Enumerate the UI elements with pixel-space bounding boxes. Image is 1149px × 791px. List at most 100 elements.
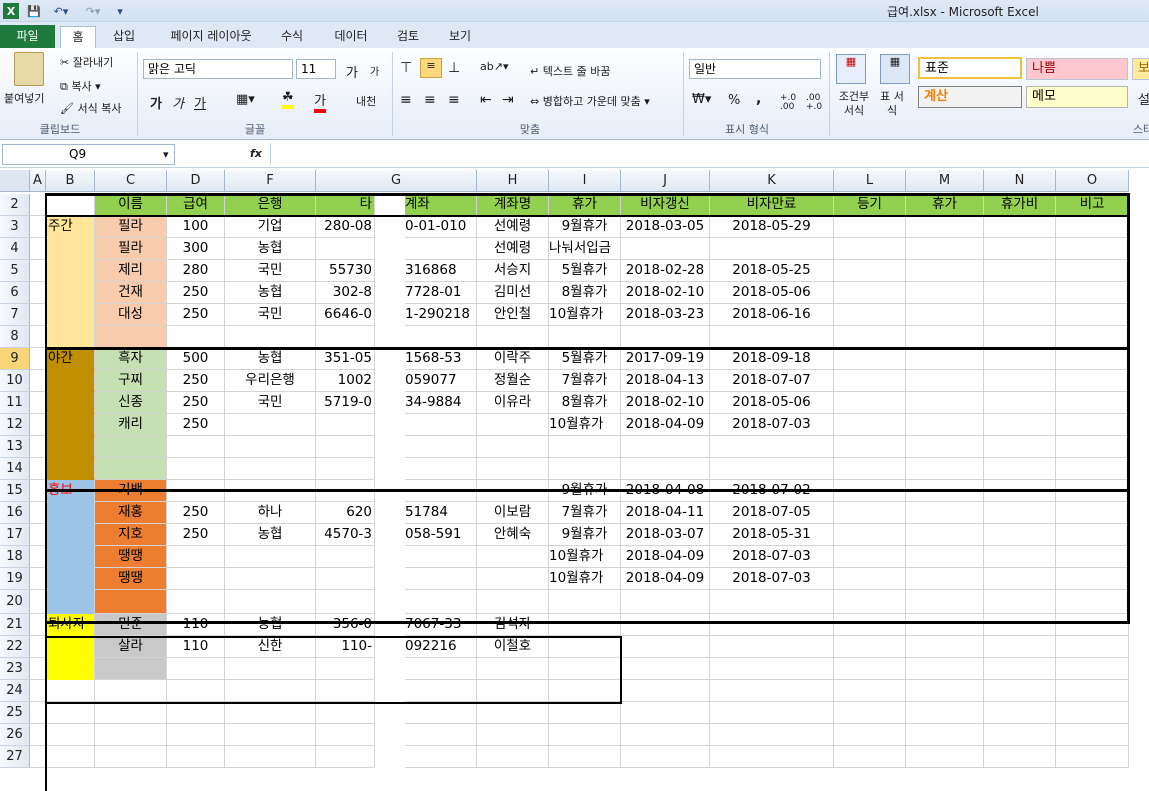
data-cell[interactable] [95, 326, 167, 348]
empty-cell[interactable] [834, 658, 906, 680]
data-cell[interactable] [405, 458, 477, 480]
empty-cell[interactable] [906, 458, 984, 480]
data-cell[interactable] [549, 590, 621, 614]
empty-cell[interactable] [984, 392, 1056, 414]
number-format-select[interactable]: 일반 [689, 59, 821, 79]
tab-data[interactable]: 데이터 [326, 26, 376, 48]
data-cell[interactable] [225, 568, 316, 590]
data-cell[interactable] [225, 546, 316, 568]
empty-cell[interactable] [167, 746, 225, 768]
empty-cell[interactable] [984, 746, 1056, 768]
empty-cell[interactable] [95, 746, 167, 768]
data-cell[interactable] [477, 590, 549, 614]
data-cell[interactable]: 9월휴가 [549, 216, 621, 238]
data-cell[interactable] [405, 326, 477, 348]
column-header[interactable]: H [477, 170, 549, 192]
data-cell[interactable]: 2018-07-03 [710, 568, 834, 590]
empty-cell[interactable] [30, 194, 46, 216]
data-cell[interactable] [621, 238, 710, 260]
empty-cell[interactable] [1056, 260, 1129, 282]
empty-cell[interactable] [834, 680, 906, 702]
data-cell[interactable] [621, 326, 710, 348]
data-cell[interactable] [621, 590, 710, 614]
data-cell[interactable]: 302-8 [316, 282, 375, 304]
data-cell[interactable] [477, 414, 549, 436]
empty-cell[interactable] [477, 724, 549, 746]
empty-cell[interactable] [30, 392, 46, 414]
empty-cell[interactable] [405, 680, 477, 702]
data-cell[interactable]: 300 [167, 238, 225, 260]
data-cell[interactable] [549, 458, 621, 480]
empty-cell[interactable] [906, 238, 984, 260]
empty-cell[interactable] [30, 216, 46, 238]
data-cell[interactable]: 선예령 [477, 238, 549, 260]
empty-cell[interactable] [30, 458, 46, 480]
empty-cell[interactable] [30, 724, 46, 746]
empty-cell[interactable] [834, 746, 906, 768]
empty-cell[interactable] [1056, 436, 1129, 458]
row-header[interactable]: 21 [0, 614, 30, 636]
data-cell[interactable]: 10월휴가 [549, 304, 621, 326]
data-cell[interactable]: 정월순 [477, 370, 549, 392]
data-cell[interactable]: 2018-05-31 [710, 524, 834, 546]
empty-cell[interactable] [834, 502, 906, 524]
empty-cell[interactable] [906, 392, 984, 414]
empty-cell[interactable] [710, 702, 834, 724]
empty-cell[interactable] [906, 724, 984, 746]
empty-cell[interactable] [46, 680, 95, 702]
empty-cell[interactable] [984, 680, 1056, 702]
empty-cell[interactable] [1056, 502, 1129, 524]
empty-cell[interactable] [46, 702, 95, 724]
row-header[interactable]: 20 [0, 590, 30, 614]
style-calculation[interactable]: 계산 [918, 86, 1022, 108]
empty-cell[interactable] [984, 546, 1056, 568]
data-cell[interactable] [477, 326, 549, 348]
data-cell[interactable] [167, 546, 225, 568]
worksheet-grid[interactable]: A B C D F G H I J K L M N O 2 3 4 5 6 7 8 9 10 11 12 13 14 15 16 17 18… [0, 170, 1149, 791]
empty-cell[interactable] [984, 568, 1056, 590]
data-cell[interactable] [316, 568, 375, 590]
empty-cell[interactable] [834, 524, 906, 546]
data-cell[interactable] [225, 590, 316, 614]
data-cell[interactable]: 250 [167, 304, 225, 326]
empty-cell[interactable] [30, 680, 46, 702]
column-header[interactable]: O [1056, 170, 1129, 192]
empty-cell[interactable] [906, 546, 984, 568]
empty-cell[interactable] [1056, 590, 1129, 614]
data-cell[interactable]: 250 [167, 502, 225, 524]
empty-cell[interactable] [906, 680, 984, 702]
data-cell[interactable]: 092216 [405, 636, 477, 658]
data-cell[interactable] [167, 326, 225, 348]
empty-cell[interactable] [549, 680, 621, 702]
data-cell[interactable]: 316868 [405, 260, 477, 282]
empty-cell[interactable] [225, 724, 316, 746]
empty-cell[interactable] [834, 326, 906, 348]
align-center-icon[interactable]: ≡ [424, 92, 436, 108]
empty-cell[interactable] [316, 724, 375, 746]
data-cell[interactable] [95, 658, 167, 680]
data-cell[interactable]: 5719-0 [316, 392, 375, 414]
data-cell[interactable]: 1568-53 [405, 348, 477, 370]
empty-cell[interactable] [834, 458, 906, 480]
empty-cell[interactable] [984, 458, 1056, 480]
data-cell[interactable]: 2018-04-09 [621, 568, 710, 590]
empty-cell[interactable] [95, 702, 167, 724]
data-cell[interactable]: 2018-04-09 [621, 414, 710, 436]
data-cell[interactable]: 농협 [225, 238, 316, 260]
empty-cell[interactable] [906, 282, 984, 304]
empty-cell[interactable] [984, 658, 1056, 680]
row-header[interactable]: 14 [0, 458, 30, 480]
grow-font-button[interactable]: 가 [346, 62, 358, 81]
row-header[interactable]: 18 [0, 546, 30, 568]
empty-cell[interactable] [984, 614, 1056, 636]
row-header[interactable]: 15 [0, 480, 30, 502]
empty-cell[interactable] [984, 590, 1056, 614]
empty-cell[interactable] [906, 326, 984, 348]
empty-cell[interactable] [225, 680, 316, 702]
data-cell[interactable]: 지호 [95, 524, 167, 546]
empty-cell[interactable] [225, 702, 316, 724]
data-cell[interactable]: 2018-07-03 [710, 546, 834, 568]
shrink-font-button[interactable]: 가 [370, 63, 379, 78]
comma-button[interactable]: , [756, 91, 761, 107]
data-cell[interactable]: 2018-03-05 [621, 216, 710, 238]
